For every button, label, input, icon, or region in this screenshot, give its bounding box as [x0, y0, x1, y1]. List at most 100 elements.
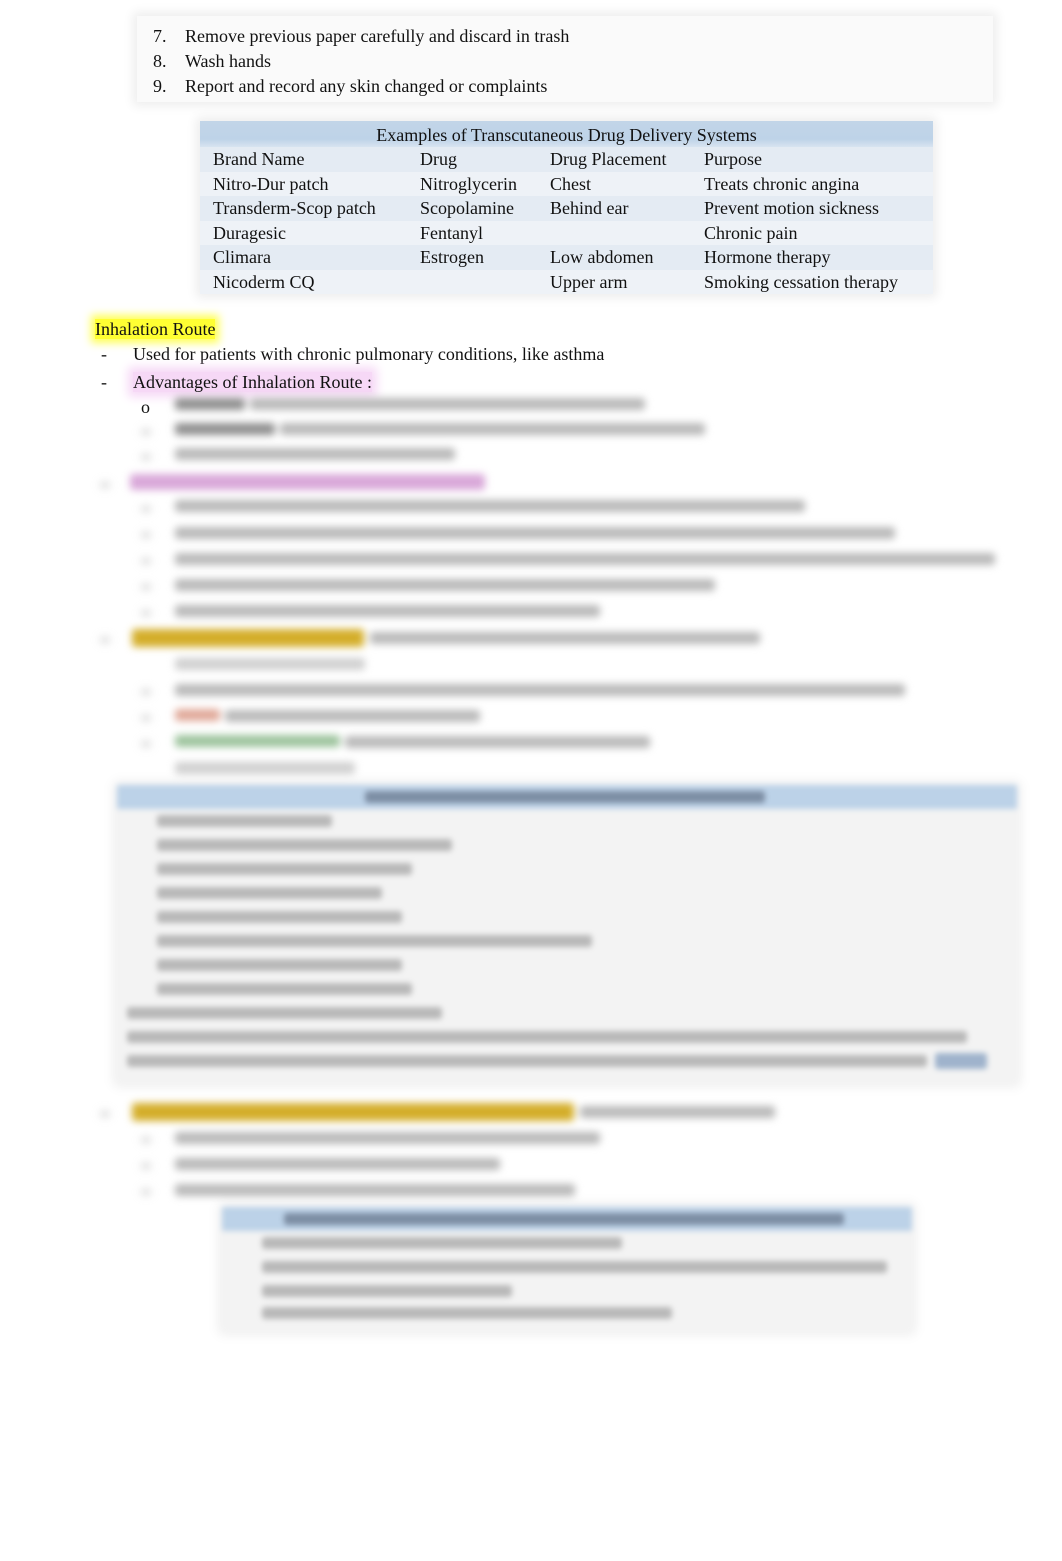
- step-number: 8.: [153, 51, 167, 71]
- procedure-steps-box: 7. Remove previous paper carefully and di…: [137, 16, 993, 102]
- step-text: Wash hands: [185, 51, 272, 71]
- column-header: Drug Placement: [550, 149, 667, 169]
- table-cell: Nitroglycerin: [420, 173, 517, 194]
- blurred-marker: [142, 1138, 150, 1142]
- blurred-highlight: [935, 1053, 987, 1069]
- blurred-highlight: [132, 1103, 574, 1121]
- table-cell: Nitro-Dur patch: [213, 173, 329, 194]
- blurred-text: [175, 605, 600, 617]
- table-body: Brand Name Drug Drug Placement Purpose N…: [200, 147, 933, 294]
- blurred-text: [127, 1031, 967, 1043]
- blurred-highlight: [175, 709, 220, 721]
- column-header: Brand Name: [213, 149, 305, 169]
- table-cell: Estrogen: [420, 247, 484, 267]
- step-item: 8. Wash hands: [153, 49, 271, 73]
- blurred-text: [345, 736, 650, 748]
- blurred-text: [157, 959, 402, 971]
- blurred-text: [370, 632, 760, 644]
- blurred-text: [157, 911, 402, 923]
- sub-bullet-marker: o: [141, 397, 150, 417]
- blurred-marker: [101, 638, 109, 642]
- blurred-text: [280, 423, 705, 435]
- table-cell: Smoking cessation therapy: [704, 271, 898, 292]
- blurred-marker: [142, 611, 150, 615]
- table-row: Climara Estrogen Low abdomen Hormone the…: [200, 245, 933, 270]
- blurred-marker: [101, 1112, 109, 1116]
- blurred-text: [175, 527, 895, 539]
- table-row: Nicoderm CQ Upper arm Smoking cessation …: [200, 269, 933, 294]
- blurred-text: [175, 658, 365, 670]
- table-row: Duragesic Fentanyl Chronic pain: [200, 220, 933, 245]
- table-cell: Fentanyl: [420, 222, 483, 243]
- blurred-text: [175, 423, 275, 435]
- table-title: Examples of Transcutaneous Drug Delivery…: [200, 121, 933, 147]
- blurred-highlight: [132, 629, 364, 647]
- table-header-row: Brand Name Drug Drug Placement Purpose: [200, 147, 933, 172]
- column-header: Purpose: [704, 149, 762, 169]
- table-row: Nitro-Dur patch Nitroglycerin Chest Trea…: [200, 171, 933, 196]
- table-cell: Behind ear: [550, 198, 629, 218]
- blurred-text: [284, 1213, 844, 1225]
- table-cell: Climara: [213, 247, 271, 267]
- blurred-marker: [142, 716, 150, 720]
- blurred-text: [127, 1007, 442, 1019]
- step-number: 9.: [153, 76, 167, 96]
- table-cell: Low abdomen: [550, 247, 654, 267]
- blurred-text: [262, 1261, 887, 1273]
- blurred-text: [157, 887, 382, 899]
- column-header: Drug: [420, 149, 457, 169]
- blurred-text: [175, 448, 455, 460]
- advantages-line: Advantages of Inhalation Route :: [133, 370, 372, 394]
- blurred-marker: [142, 1164, 150, 1168]
- table-cell: Prevent motion sickness: [704, 198, 879, 218]
- blurred-highlight: [175, 735, 340, 747]
- blurred-text: [157, 863, 412, 875]
- transcutaneous-drug-table: Examples of Transcutaneous Drug Delivery…: [200, 121, 933, 294]
- table-cell: Duragesic: [213, 222, 286, 243]
- table-cell: Hormone therapy: [704, 247, 831, 267]
- blurred-text: [175, 1158, 500, 1170]
- blurred-text: [175, 762, 355, 774]
- blurred-text: [175, 1184, 575, 1196]
- table-cell: Scopolamine: [420, 198, 514, 218]
- blurred-text: [175, 553, 995, 565]
- blurred-marker: [142, 585, 150, 589]
- step-number: 7.: [153, 26, 167, 46]
- blurred-text: [175, 579, 715, 591]
- table-cell: Chest: [550, 173, 592, 194]
- blurred-marker: [142, 455, 150, 459]
- table-row: Transderm-Scop patch Scopolamine Behind …: [200, 196, 933, 221]
- blurred-text: [262, 1285, 512, 1297]
- blurred-text: [157, 839, 452, 851]
- blurred-marker: [142, 742, 150, 746]
- blurred-marker: [142, 533, 150, 537]
- blurred-text: [175, 398, 245, 410]
- blurred-highlight: [130, 474, 485, 490]
- blurred-text: [250, 398, 645, 410]
- blurred-text: [262, 1307, 672, 1319]
- table-cell: Upper arm: [550, 271, 628, 292]
- blurred-table: [117, 785, 1017, 1083]
- blurred-marker: [142, 1190, 150, 1194]
- table-cell: Chronic pain: [704, 222, 798, 243]
- blurred-text: [157, 935, 592, 947]
- table-cell: Treats chronic angina: [704, 173, 860, 194]
- blurred-marker: [142, 430, 150, 434]
- blurred-marker: [142, 559, 150, 563]
- blurred-table: [222, 1207, 912, 1331]
- table-cell: Nicoderm CQ: [213, 271, 315, 292]
- table-cell: Transderm-Scop patch: [213, 198, 376, 218]
- blurred-text: [225, 710, 480, 722]
- blurred-text: [262, 1237, 622, 1249]
- blurred-text: [157, 815, 332, 827]
- step-text: Report and record any skin changed or co…: [185, 76, 548, 96]
- step-text: Remove previous paper carefully and disc…: [185, 26, 570, 46]
- bullet-text: Used for patients with chronic pulmonary…: [133, 344, 605, 364]
- step-item: 9. Report and record any skin changed or …: [153, 74, 547, 98]
- blurred-marker: [142, 507, 150, 511]
- section-heading: Inhalation Route: [95, 319, 216, 339]
- blurred-marker: [142, 690, 150, 694]
- blurred-text: [127, 1055, 927, 1067]
- blurred-text: [580, 1106, 775, 1118]
- blurred-text: [175, 684, 905, 696]
